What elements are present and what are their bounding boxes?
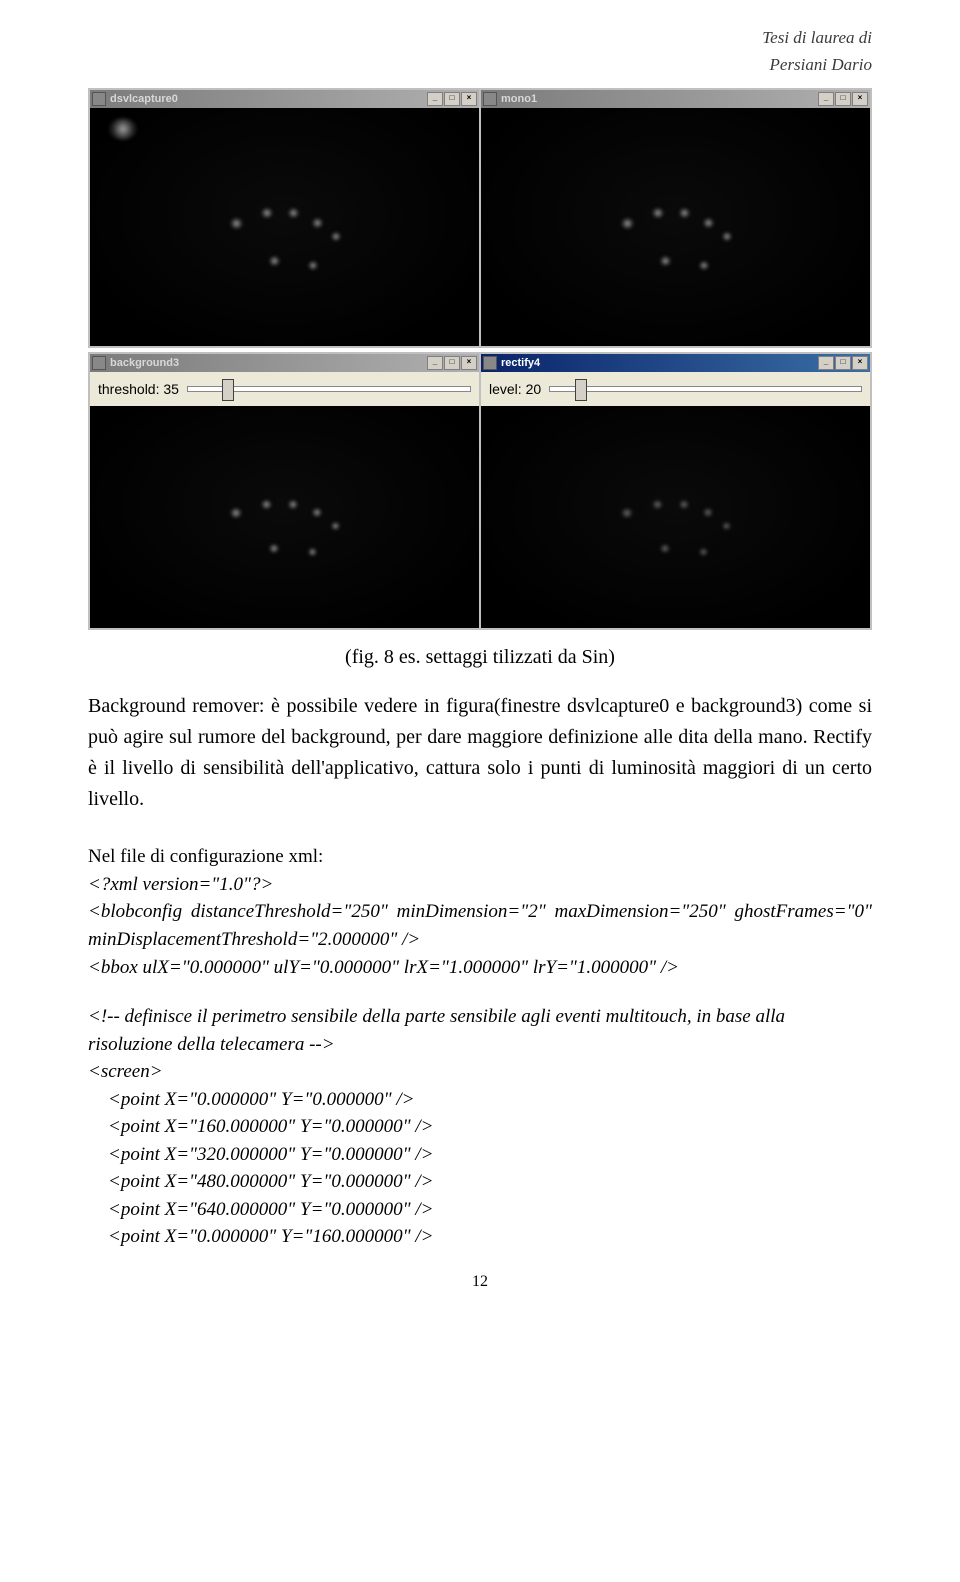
close-button[interactable]: × <box>461 356 477 370</box>
xml-comment: <!-- definisce il perimetro sensibile de… <box>88 1003 872 1058</box>
window-icon <box>92 92 106 106</box>
slider-thumb[interactable] <box>222 379 234 401</box>
window-rectify4: rectify4 _ □ × level: 20 <box>481 354 870 628</box>
threshold-slider-row: threshold: 35 <box>90 372 479 406</box>
xml-point-5: <point X="0.000000" Y="160.000000" /> <box>88 1223 872 1251</box>
windows-bottom-row: background3 _ □ × threshold: 35 <box>88 352 872 630</box>
xml-point-2: <point X="320.000000" Y="0.000000" /> <box>88 1141 872 1169</box>
titlebar-rectify4[interactable]: rectify4 _ □ × <box>481 354 870 372</box>
window-mono1: mono1 _ □ × <box>481 90 870 346</box>
title-text: dsvlcapture0 <box>110 93 427 105</box>
xml-blobconfig-line2: minDisplacementThreshold="2.000000" /> <box>88 926 872 954</box>
xml-blobconfig-line1: <blobconfig distanceThreshold="250" minD… <box>88 898 872 926</box>
image-area <box>481 108 870 346</box>
image-area <box>90 108 479 346</box>
minimize-button[interactable]: _ <box>818 356 834 370</box>
minimize-button[interactable]: _ <box>427 356 443 370</box>
xml-bbox: <bbox ulX="0.000000" ulY="0.000000" lrX=… <box>88 954 872 982</box>
title-text: rectify4 <box>501 357 818 369</box>
close-button[interactable]: × <box>461 92 477 106</box>
xml-point-4: <point X="640.000000" Y="0.000000" /> <box>88 1196 872 1224</box>
blobconfig-ghost: ghostFrames="0" <box>735 898 873 926</box>
header-line2: Persiani Dario <box>88 51 872 78</box>
window-icon <box>92 356 106 370</box>
xml-config-block: Nel file di configurazione xml: <?xml ve… <box>88 843 872 1251</box>
maximize-button[interactable]: □ <box>835 356 851 370</box>
slider-thumb[interactable] <box>575 379 587 401</box>
body-paragraph: Background remover: è possibile vedere i… <box>88 691 872 815</box>
header-line1: Tesi di laurea di <box>88 24 872 51</box>
page-number: 12 <box>88 1273 872 1291</box>
titlebar-background3[interactable]: background3 _ □ × <box>90 354 479 372</box>
threshold-slider[interactable] <box>187 386 471 392</box>
blobconfig-tag: <blobconfig <box>88 898 182 926</box>
xml-point-0: <point X="0.000000" Y="0.000000" /> <box>88 1086 872 1114</box>
window-background3: background3 _ □ × threshold: 35 <box>90 354 479 628</box>
close-button[interactable]: × <box>852 92 868 106</box>
blobconfig-mindim: minDimension="2" <box>397 898 546 926</box>
maximize-button[interactable]: □ <box>444 92 460 106</box>
threshold-label: threshold: 35 <box>98 381 179 397</box>
level-slider[interactable] <box>549 386 862 392</box>
maximize-button[interactable]: □ <box>444 356 460 370</box>
xml-declaration: <?xml version="1.0"?> <box>88 871 872 899</box>
image-area <box>481 406 870 628</box>
doc-header: Tesi di laurea di Persiani Dario <box>88 24 872 78</box>
blobconfig-maxdim: maxDimension="250" <box>554 898 725 926</box>
window-icon <box>483 356 497 370</box>
maximize-button[interactable]: □ <box>835 92 851 106</box>
close-button[interactable]: × <box>852 356 868 370</box>
minimize-button[interactable]: _ <box>427 92 443 106</box>
level-slider-row: level: 20 <box>481 372 870 406</box>
minimize-button[interactable]: _ <box>818 92 834 106</box>
window-dsvlcapture0: dsvlcapture0 _ □ × <box>90 90 479 346</box>
title-text: background3 <box>110 357 427 369</box>
titlebar-dsvlcapture0[interactable]: dsvlcapture0 _ □ × <box>90 90 479 108</box>
window-icon <box>483 92 497 106</box>
windows-top-row: dsvlcapture0 _ □ × <box>88 88 872 348</box>
xml-point-3: <point X="480.000000" Y="0.000000" /> <box>88 1168 872 1196</box>
titlebar-mono1[interactable]: mono1 _ □ × <box>481 90 870 108</box>
image-area <box>90 406 479 628</box>
figure-caption: (fig. 8 es. settaggi tilizzati da Sin) <box>88 646 872 669</box>
xml-point-1: <point X="160.000000" Y="0.000000" /> <box>88 1113 872 1141</box>
level-label: level: 20 <box>489 381 541 397</box>
blobconfig-distance: distanceThreshold="250" <box>191 898 388 926</box>
xml-intro: Nel file di configurazione xml: <box>88 843 872 871</box>
title-text: mono1 <box>501 93 818 105</box>
xml-screen-open: <screen> <box>88 1058 872 1086</box>
